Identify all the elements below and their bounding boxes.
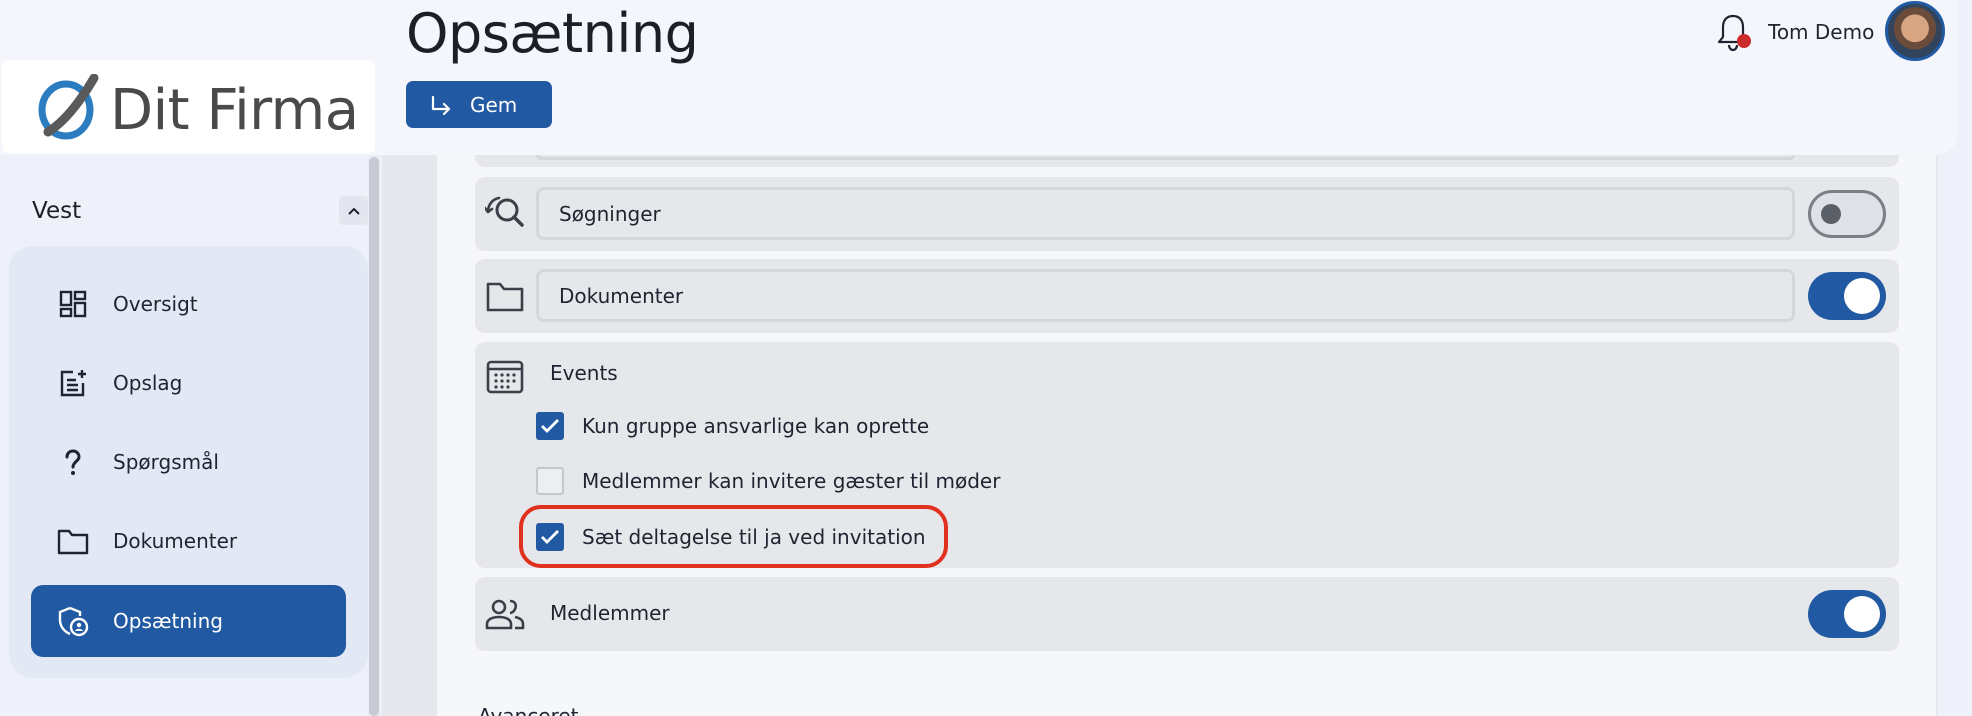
- sidebar-item-label: Oversigt: [113, 292, 198, 316]
- checkbox-label: Medlemmer kan invitere gæster til møder: [582, 469, 1001, 493]
- members-toggle[interactable]: [1808, 590, 1886, 638]
- sidebar-item-label: Dokumenter: [113, 529, 238, 553]
- manage-search-icon: [485, 194, 525, 234]
- sidebar-scrollbar-thumb[interactable]: [369, 157, 379, 716]
- avatar[interactable]: [1885, 1, 1945, 61]
- sidebar-item-sporgsmal[interactable]: Spørgsmål: [31, 426, 346, 498]
- settings-card-partial: [475, 155, 1899, 167]
- members-setting-card: Medlemmer: [475, 577, 1899, 651]
- collapse-button[interactable]: [339, 196, 368, 225]
- events-option-group-leaders[interactable]: Kun gruppe ansvarlige kan oprette: [536, 412, 929, 440]
- company-logo[interactable]: Dit Firma: [2, 60, 375, 153]
- notification-dot: [1737, 34, 1751, 48]
- save-button[interactable]: Gem: [406, 81, 552, 128]
- question-icon: [57, 446, 89, 478]
- checkbox-unchecked[interactable]: [536, 467, 564, 495]
- save-button-label: Gem: [470, 92, 518, 117]
- sidebar-item-oversigt[interactable]: Oversigt: [31, 268, 346, 340]
- documents-setting-card: Dokumenter: [475, 259, 1899, 333]
- searches-label-field[interactable]: Søgninger: [536, 187, 1795, 240]
- logo-text: Dit Firma: [110, 78, 359, 143]
- sidebar-item-label: Spørgsmål: [113, 450, 219, 474]
- sidebar-item-opsaetning[interactable]: Opsætning: [31, 585, 346, 657]
- searches-setting-card: Søgninger: [475, 177, 1899, 251]
- highlight-annotation: [519, 505, 948, 568]
- documents-toggle[interactable]: [1808, 272, 1886, 320]
- searches-toggle[interactable]: [1808, 190, 1886, 238]
- user-name[interactable]: Tom Demo: [1768, 20, 1874, 44]
- post-add-icon: [57, 367, 89, 399]
- sidebar-item-label: Opslag: [113, 371, 183, 395]
- page-title: Opsætning: [406, 2, 699, 65]
- people-icon: [485, 594, 525, 634]
- logo-swoosh-icon: [38, 74, 99, 140]
- chevron-up-icon: [347, 207, 360, 215]
- events-label: Events: [550, 361, 618, 385]
- checkbox-label: Kun gruppe ansvarlige kan oprette: [582, 414, 930, 438]
- calendar-icon: [485, 356, 525, 396]
- check-icon: [541, 419, 559, 433]
- sidebar-item-label: Opsætning: [113, 609, 223, 633]
- events-option-invite-guests[interactable]: Medlemmer kan invitere gæster til møder: [536, 467, 1000, 495]
- sidebar-item-dokumenter[interactable]: Dokumenter: [31, 505, 346, 577]
- toggle-knob: [1844, 278, 1880, 314]
- toggle-knob: [1844, 596, 1880, 632]
- members-label: Medlemmer: [550, 601, 670, 625]
- sidebar-item-opslag[interactable]: Opslag: [31, 347, 346, 419]
- sidebar-group-title: Vest: [32, 198, 82, 224]
- toggle-knob: [1821, 204, 1841, 224]
- partial-section-heading: Avanceret: [478, 704, 579, 716]
- checkbox-checked[interactable]: [536, 412, 564, 440]
- documents-label-field[interactable]: Dokumenter: [536, 269, 1795, 322]
- dashboard-icon: [57, 288, 89, 320]
- folder-icon: [57, 525, 89, 557]
- admin-shield-icon: [57, 605, 89, 637]
- folder-icon: [485, 276, 525, 316]
- redo-arrow-icon: [431, 95, 451, 115]
